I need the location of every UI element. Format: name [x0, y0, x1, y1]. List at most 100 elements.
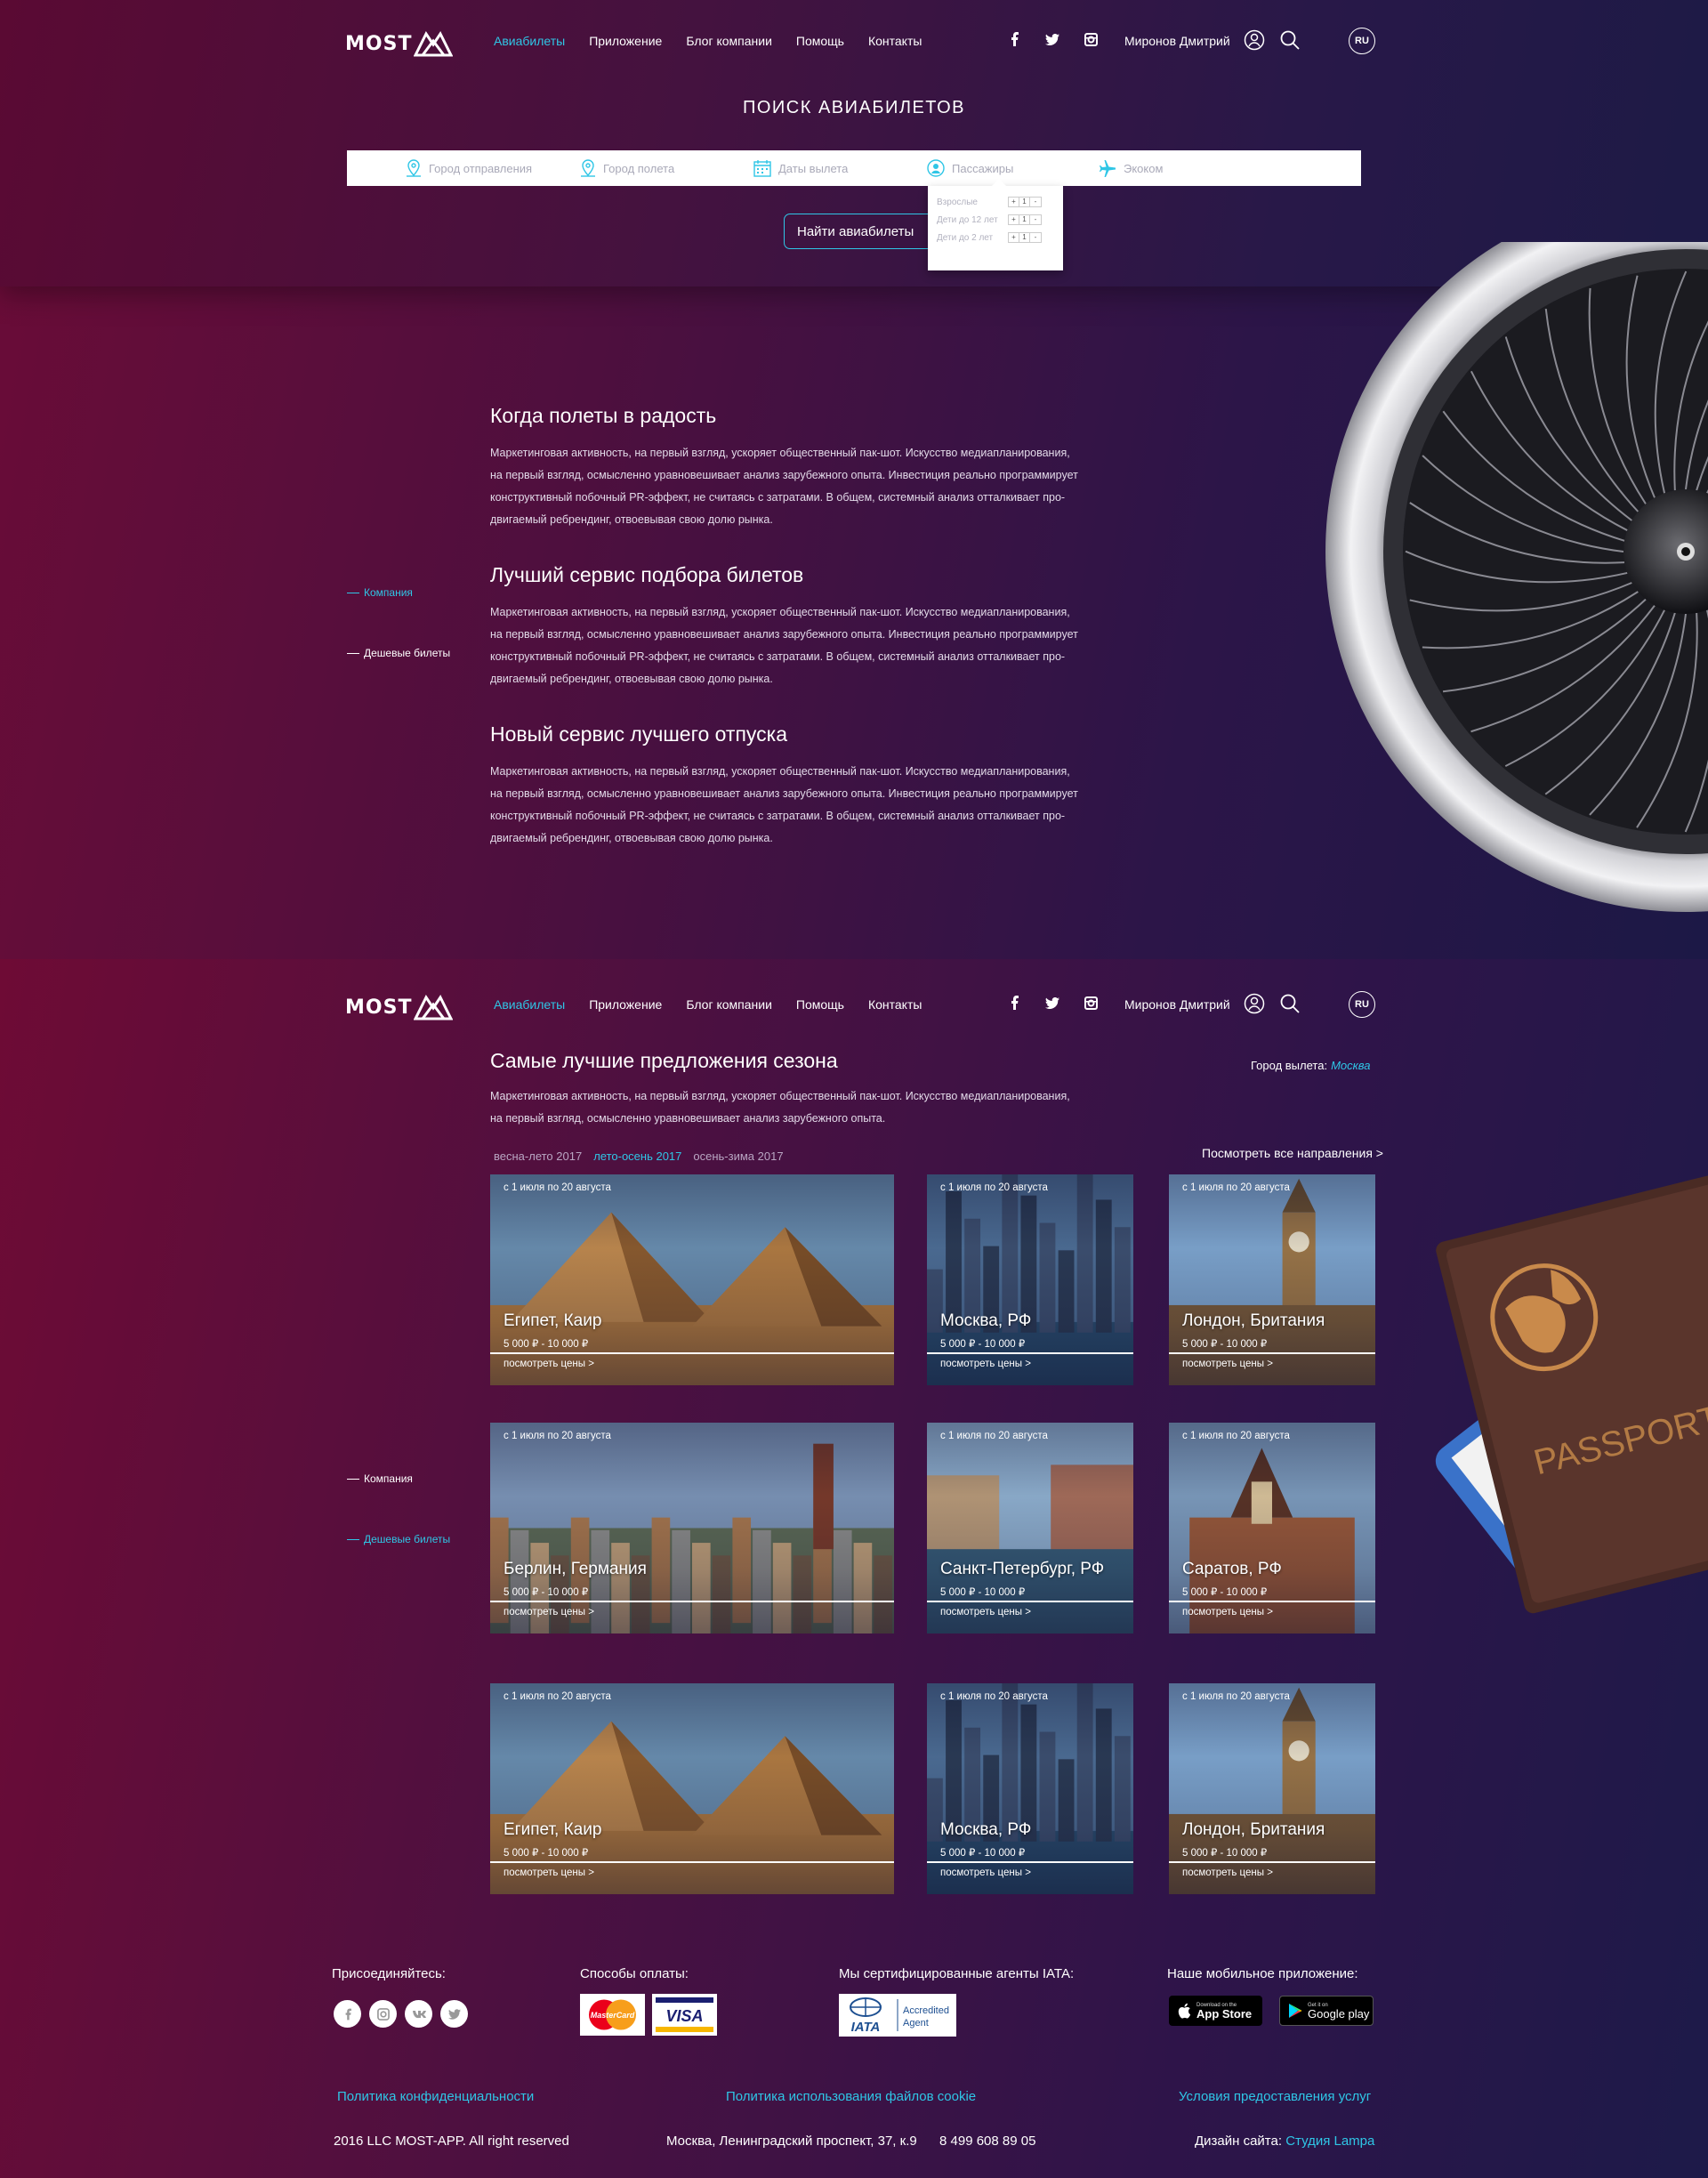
nav-item-blog[interactable]: Блог компании — [686, 997, 772, 1012]
pax-value: 1 — [1019, 198, 1030, 206]
offer-destination: Берлин, Германия — [504, 1560, 647, 1578]
logo[interactable]: MOST — [345, 30, 454, 57]
offer-date: с 1 июля по 20 августа — [1182, 1691, 1290, 1702]
departure-city-value[interactable]: Москва — [1331, 1059, 1370, 1072]
from-field[interactable]: Город отправления — [406, 159, 532, 177]
instagram-icon[interactable] — [369, 2000, 397, 2028]
season-tabs: весна-лето 2017 лето-осень 2017 осень-зи… — [494, 1150, 795, 1163]
offer-card[interactable]: с 1 июля по 20 августа Лондон, Британия 5 … — [1169, 1174, 1375, 1385]
address: Москва, Ленинградский проспект, 37, к.9 — [666, 2134, 917, 2149]
twitter-icon[interactable] — [1043, 30, 1061, 48]
about-title: Лучший сервис подбора билетов — [490, 563, 804, 586]
design-studio-link[interactable]: Студия Lampa — [1285, 2134, 1374, 2149]
offers-title: Самые лучшие предложения сезона — [490, 1049, 838, 1072]
pax-label: Взрослые — [937, 197, 978, 207]
logo-mark-icon — [414, 31, 454, 57]
plus-icon[interactable]: + — [1009, 233, 1019, 242]
plus-icon[interactable]: + — [1009, 198, 1019, 206]
offer-see-prices-link[interactable]: посмотреть цены > — [504, 1359, 594, 1369]
quantity-stepper[interactable]: +1- — [1008, 214, 1042, 225]
iata-logo: IATA Accredited Agent — [839, 1994, 956, 2037]
offer-see-prices-link[interactable]: посмотреть цены > — [1182, 1867, 1273, 1878]
language-switch[interactable]: RU — [1349, 991, 1375, 1018]
instagram-icon[interactable] — [1082, 30, 1100, 48]
location-pin-icon — [407, 159, 421, 177]
offer-card[interactable]: с 1 июля по 20 августа Москва, РФ 5 000 ₽ … — [927, 1683, 1133, 1894]
offer-see-prices-link[interactable]: посмотреть цены > — [940, 1359, 1031, 1369]
offer-price: 5 000 ₽ - 10 000 ₽ — [1182, 1848, 1268, 1859]
passengers-field[interactable]: Пассажиры — [927, 159, 1013, 177]
google-play-button[interactable]: Get it on Google play — [1279, 1996, 1374, 2026]
see-all-destinations-link[interactable]: Посмотреть все направления > — [1202, 1146, 1383, 1160]
search-title: ПОИСК АВИАБИЛЕТОВ — [742, 98, 966, 117]
pax-value: 1 — [1019, 215, 1030, 224]
terms-link[interactable]: Условия предоставления услуг — [1179, 2089, 1371, 2104]
quantity-stepper[interactable]: +1- — [1008, 232, 1042, 243]
to-field[interactable]: Город полета — [580, 159, 674, 177]
offer-card[interactable]: с 1 июля по 20 августа Москва, РФ 5 000 ₽ … — [927, 1174, 1133, 1385]
side-nav-company[interactable]: Компания — [347, 1472, 413, 1485]
offer-card[interactable]: с 1 июля по 20 августа Саратов, РФ 5 000 ₽… — [1169, 1423, 1375, 1634]
user-name[interactable]: Миронов Дмитрий — [1124, 34, 1230, 48]
dates-field[interactable]: Даты вылета — [753, 159, 848, 177]
offer-divider — [927, 1861, 1133, 1863]
offer-see-prices-link[interactable]: посмотреть цены > — [940, 1607, 1031, 1617]
tab-autumn-winter[interactable]: осень-зима 2017 — [693, 1150, 783, 1163]
class-field[interactable]: Экоком — [1099, 159, 1163, 177]
facebook-icon[interactable] — [334, 2000, 361, 2028]
instagram-icon[interactable] — [1082, 994, 1100, 1012]
passenger-icon — [927, 159, 945, 177]
offer-divider — [490, 1352, 894, 1354]
nav-item-contacts[interactable]: Контакты — [868, 34, 922, 48]
offer-see-prices-link[interactable]: посмотреть цены > — [940, 1867, 1031, 1878]
side-nav-cheap[interactable]: Дешевые билеты — [347, 1533, 450, 1545]
offer-date: с 1 июля по 20 августа — [504, 1431, 611, 1441]
vk-icon[interactable] — [405, 2000, 432, 2028]
plus-icon[interactable]: + — [1009, 215, 1019, 224]
search-icon[interactable] — [1279, 29, 1301, 51]
offer-card[interactable]: с 1 июля по 20 августа Египет, Каир 5 000 … — [490, 1174, 894, 1385]
minus-icon[interactable]: - — [1030, 215, 1041, 224]
offer-card[interactable]: с 1 июля по 20 августа Берлин, Германия 5 … — [490, 1423, 894, 1634]
departure-city[interactable]: Город вылета: Москва — [1251, 1059, 1371, 1072]
offer-divider — [490, 1601, 894, 1602]
nav-item-app[interactable]: Приложение — [589, 34, 662, 48]
user-profile-icon[interactable] — [1244, 29, 1265, 51]
minus-icon[interactable]: - — [1030, 198, 1041, 206]
nav-item-tickets[interactable]: Авиабилеты — [494, 34, 565, 48]
facebook-icon[interactable] — [1005, 994, 1023, 1012]
tab-summer-autumn[interactable]: лето-осень 2017 — [593, 1150, 681, 1163]
side-nav-company[interactable]: Компания — [347, 586, 413, 599]
minus-icon[interactable]: - — [1030, 233, 1041, 242]
language-switch[interactable]: RU — [1349, 28, 1375, 54]
offer-see-prices-link[interactable]: посмотреть цены > — [504, 1867, 594, 1878]
tab-spring-summer[interactable]: весна-лето 2017 — [494, 1150, 582, 1163]
app-store-button[interactable]: Download on the App Store — [1169, 1996, 1262, 2026]
offer-card[interactable]: с 1 июля по 20 августа Лондон, Британия 5 … — [1169, 1683, 1375, 1894]
user-name[interactable]: Миронов Дмитрий — [1124, 997, 1230, 1012]
privacy-policy-link[interactable]: Политика конфиденциальности — [337, 2089, 534, 2104]
offer-card[interactable]: с 1 июля по 20 августа Египет, Каир 5 000 … — [490, 1683, 894, 1894]
visa-logo: VISA — [652, 1994, 717, 2036]
phone[interactable]: 8 499 608 89 05 — [939, 2134, 1035, 2149]
offer-card[interactable]: с 1 июля по 20 августа Санкт-Петербург, Р… — [927, 1423, 1133, 1634]
departure-city-label: Город вылета: — [1251, 1059, 1328, 1072]
nav-item-app[interactable]: Приложение — [589, 997, 662, 1012]
offer-see-prices-link[interactable]: посмотреть цены > — [1182, 1607, 1273, 1617]
user-profile-icon[interactable] — [1244, 993, 1265, 1014]
facebook-icon[interactable] — [1005, 30, 1023, 48]
offer-see-prices-link[interactable]: посмотреть цены > — [504, 1607, 594, 1617]
search-icon[interactable] — [1279, 993, 1301, 1014]
nav-item-help[interactable]: Помощь — [796, 997, 844, 1012]
nav-item-contacts[interactable]: Контакты — [868, 997, 922, 1012]
twitter-icon[interactable] — [1043, 994, 1061, 1012]
side-nav-cheap[interactable]: Дешевые билеты — [347, 647, 450, 659]
cookie-policy-link[interactable]: Политика использования файлов cookie — [726, 2089, 976, 2104]
offer-see-prices-link[interactable]: посмотреть цены > — [1182, 1359, 1273, 1369]
twitter-icon[interactable] — [440, 2000, 468, 2028]
quantity-stepper[interactable]: +1- — [1008, 197, 1042, 207]
nav-item-blog[interactable]: Блог компании — [686, 34, 772, 48]
nav-item-help[interactable]: Помощь — [796, 34, 844, 48]
logo[interactable]: MOST — [345, 994, 454, 1020]
nav-item-tickets[interactable]: Авиабилеты — [494, 997, 565, 1012]
